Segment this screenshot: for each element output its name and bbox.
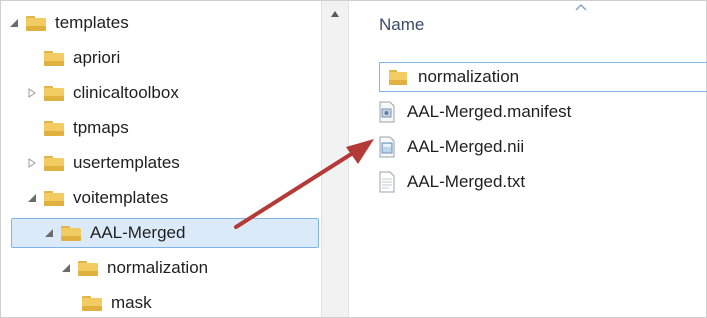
folder-icon <box>77 259 99 277</box>
file-item-manifest[interactable]: AAL-Merged.manifest <box>377 97 571 127</box>
file-item-nii[interactable]: AAL-Merged.nii <box>377 132 524 162</box>
folder-icon <box>388 66 408 88</box>
name-column-header[interactable]: Name <box>379 15 424 35</box>
file-list-pane: Name normalization AAL-Merged.manifest A… <box>349 1 707 317</box>
folder-icon <box>43 154 65 172</box>
file-item-txt[interactable]: AAL-Merged.txt <box>377 167 525 197</box>
expanded-triangle-icon[interactable] <box>25 191 39 205</box>
tree-item-label: AAL-Merged <box>90 223 186 242</box>
expanded-triangle-icon[interactable] <box>7 16 21 30</box>
collapsed-triangle-icon[interactable] <box>25 156 39 170</box>
expanded-triangle-icon[interactable] <box>42 226 56 240</box>
tree-item-label: usertemplates <box>73 153 180 172</box>
tree-item-label: voitemplates <box>73 188 169 207</box>
sort-ascending-icon <box>575 3 587 11</box>
tree-scrollbar[interactable] <box>321 1 349 317</box>
tree-item-usertemplates[interactable]: usertemplates <box>25 148 305 178</box>
tree-item-label: tpmaps <box>73 118 129 137</box>
tree-item-label: mask <box>111 293 152 312</box>
tree-item-label: normalization <box>107 258 209 277</box>
file-item-normalization[interactable]: normalization <box>379 62 707 92</box>
folder-icon <box>81 294 103 312</box>
navigation-tree: templates apriori clinicaltoolbox tpmaps… <box>1 1 321 317</box>
tree-item-apriori[interactable]: apriori <box>43 43 303 73</box>
collapsed-triangle-icon[interactable] <box>25 86 39 100</box>
folder-icon <box>43 84 65 102</box>
expanded-triangle-icon[interactable] <box>59 261 73 275</box>
scroll-up-arrow-icon[interactable] <box>322 1 348 27</box>
explorer-window: templates apriori clinicaltoolbox tpmaps… <box>0 0 707 318</box>
text-file-icon <box>377 171 397 193</box>
tree-item-voitemplates[interactable]: voitemplates <box>25 183 305 213</box>
manifest-file-icon <box>377 101 397 123</box>
file-name: AAL-Merged.manifest <box>407 102 572 121</box>
tree-item-label: templates <box>55 13 129 32</box>
tree-item-label: clinicaltoolbox <box>73 83 179 102</box>
folder-icon <box>60 224 82 242</box>
folder-icon <box>43 189 65 207</box>
folder-icon <box>43 49 65 67</box>
tree-item-templates[interactable]: templates <box>7 8 307 38</box>
folder-icon <box>43 119 65 137</box>
tree-item-aal-merged[interactable]: AAL-Merged <box>11 218 319 248</box>
file-name: AAL-Merged.txt <box>407 172 526 191</box>
file-name: AAL-Merged.nii <box>407 137 525 156</box>
tree-item-tpmaps[interactable]: tpmaps <box>43 113 303 143</box>
tree-item-normalization[interactable]: normalization <box>59 253 309 283</box>
tree-item-clinicaltoolbox[interactable]: clinicaltoolbox <box>25 78 305 108</box>
tree-item-label: apriori <box>73 48 121 67</box>
nii-file-icon <box>377 136 397 158</box>
file-name: normalization <box>418 67 520 86</box>
folder-icon <box>25 14 47 32</box>
tree-item-mask[interactable]: mask <box>81 288 301 318</box>
